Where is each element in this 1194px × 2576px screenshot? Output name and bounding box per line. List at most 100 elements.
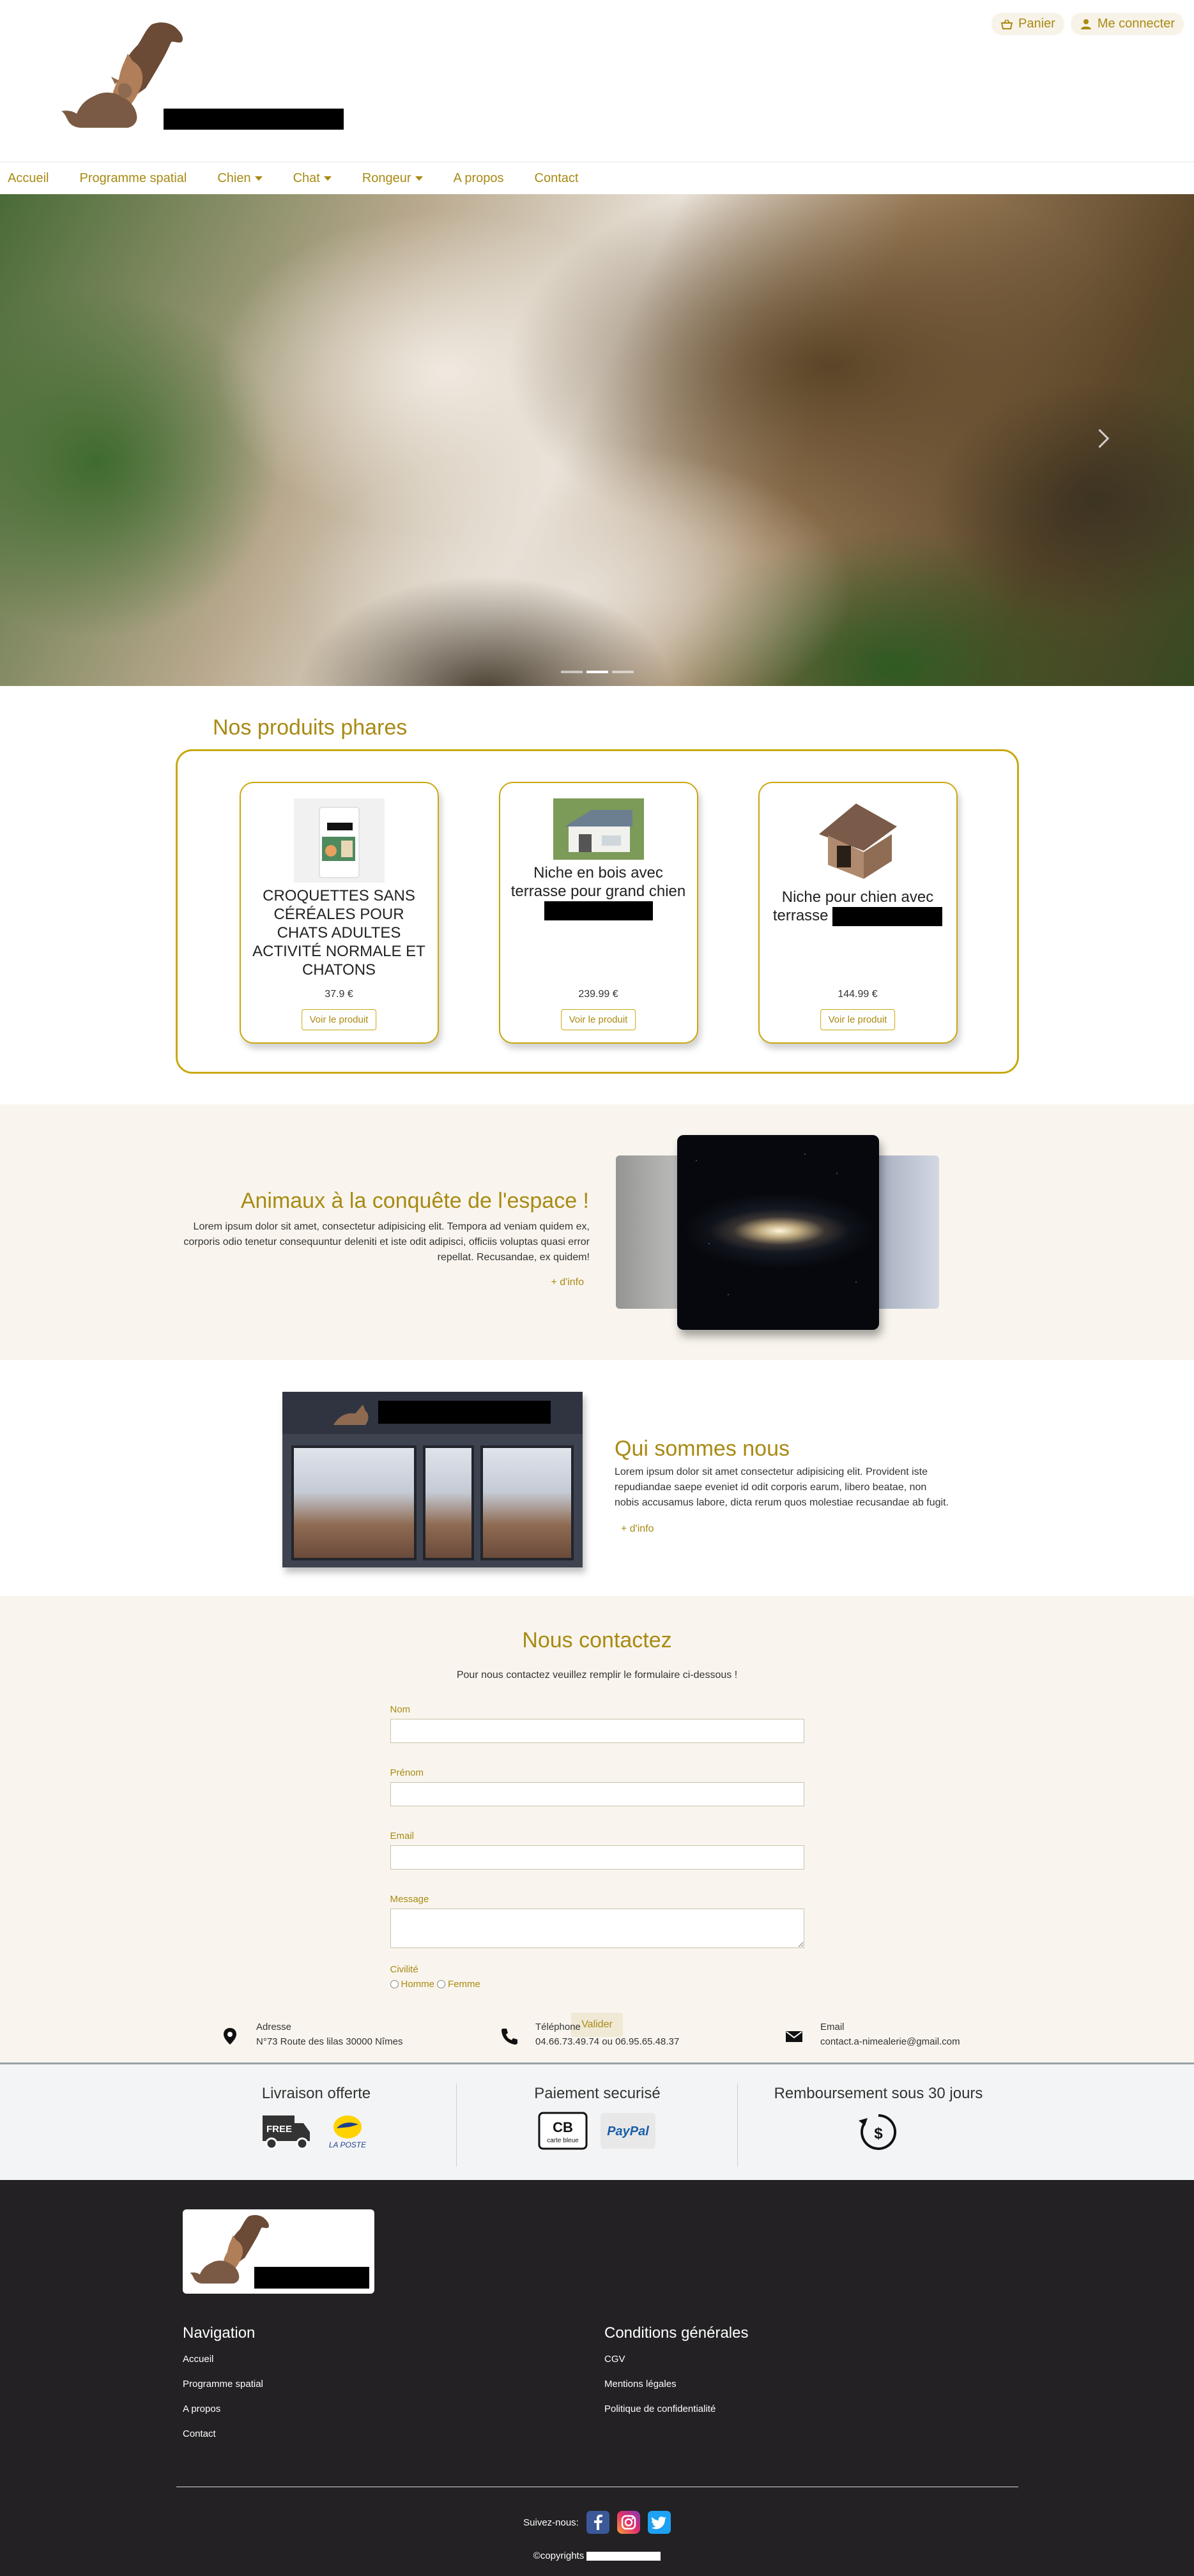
space-program-section: Animaux à la conquête de l'espace ! Lore… [0,1104,1194,1360]
svg-text:$: $ [874,2125,883,2142]
product-price: 37.9 € [325,989,353,1000]
address-value: N°73 Route des lilas 30000 Nîmes [256,2036,403,2047]
cat-food-bag-icon [293,798,385,883]
guarantees-bar: Livraison offerte FREE LA POSTE Paiement… [0,2062,1194,2180]
site-logo[interactable] [56,18,356,139]
nav-rongeur[interactable]: Rongeur [362,171,423,186]
map-pin-icon [224,2028,236,2045]
footer-brand-redacted [254,2267,369,2289]
footer-link-cgv[interactable]: CGV [604,2354,748,2365]
product-name: Niche en bois avec terrasse pour grand c… [500,864,697,920]
free-delivery-block: Livraison offerte FREE LA POSTE [204,2085,428,2151]
email-info: Email contact.a-nimealerie@gmail.com [785,2022,960,2047]
nav-programme-spatial[interactable]: Programme spatial [79,171,187,186]
view-product-button[interactable]: Voir le produit [301,1009,377,1030]
envelope-icon [786,2031,802,2042]
footer-conditions: Conditions générales CGV Mentions légale… [604,2324,748,2428]
space-more-link[interactable]: + d'info [551,1277,584,1288]
footer-link-programme-spatial[interactable]: Programme spatial [183,2379,263,2389]
login-label: Me connecter [1097,17,1175,31]
product-card: Niche en bois avec terrasse pour grand c… [498,782,698,1044]
footer-link-mentions-legales[interactable]: Mentions légales [604,2379,748,2389]
footer-link-confidentialite[interactable]: Politique de confidentialité [604,2404,748,2414]
site-header: Panier Me connecter [0,0,1194,162]
product-image-niche-terrasse [553,798,644,860]
carousel-dot[interactable] [611,671,634,673]
shop-sign-redacted [378,1401,551,1424]
copyright-text: ©copyrights [533,2550,585,2561]
product-name-text: Niche en bois avec terrasse pour grand c… [510,864,686,900]
view-product-button[interactable]: Voir le produit [560,1009,636,1030]
shop-door [423,1445,474,1560]
radio-femme-label: Femme [448,1979,480,1990]
basket-icon [1000,19,1013,29]
footer-navigation: Navigation Accueil Programme spatial A p… [183,2324,263,2453]
email-input[interactable] [390,1845,804,1870]
contact-section: Nous contactez Pour nous contactez veuil… [0,1596,1194,2062]
instagram-icon[interactable] [616,2511,640,2534]
view-product-button[interactable]: Voir le produit [820,1009,896,1030]
nav-chien-label: Chien [217,171,251,185]
social-follow: Suivez-nous: [0,2511,1194,2534]
product-card: CROQUETTES SANS CÉRÉALES POUR CHATS ADUL… [239,782,439,1044]
secure-payment-title: Paiement securisé [534,2085,661,2102]
about-title: Qui sommes nous [615,1437,790,1461]
product-price: 144.99 € [838,989,878,1000]
product-name: CROQUETTES SANS CÉRÉALES POUR CHATS ADUL… [252,887,425,979]
footer-link-a-propos[interactable]: A propos [183,2404,263,2414]
refund-block: Remboursement sous 30 jours $ [741,2085,1016,2153]
civilite-label: Civilité [390,1964,418,1975]
nav-chat[interactable]: Chat [293,171,332,186]
caret-down-icon [254,176,263,181]
nav-a-propos-label: A propos [453,171,504,185]
nav-contact[interactable]: Contact [535,171,579,186]
nav-chien[interactable]: Chien [217,171,263,186]
nav-accueil-label: Accueil [8,171,49,185]
product-name: Niche pour chien avec terrasse [760,888,956,926]
phone-icon [501,2029,517,2045]
nav-chat-label: Chat [293,171,320,185]
copyright-owner-redacted [586,2552,661,2561]
radio-homme-label: Homme [401,1979,435,1990]
money-back-icon: $ [859,2114,897,2150]
footer-link-accueil[interactable]: Accueil [183,2354,263,2365]
logo-brand-redacted [164,109,344,130]
free-delivery-title: Livraison offerte [261,2085,371,2102]
radio-homme[interactable] [390,1980,399,1988]
carousel-next-icon[interactable] [1093,424,1111,455]
la-poste-logo-icon: LA POSTE [329,2115,367,2149]
message-textarea[interactable] [390,1909,804,1948]
phone-info: Téléphone 04.66.73.49.74 ou 06.95.65.48.3… [500,2022,679,2047]
about-more-link[interactable]: + d'info [621,1523,654,1535]
product-card: Niche pour chien avec terrasse 144.99 € … [758,782,958,1044]
user-icon [1080,19,1091,29]
site-footer: Navigation Accueil Programme spatial A p… [0,2180,1194,2576]
footer-link-contact[interactable]: Contact [183,2428,263,2439]
twitter-icon[interactable] [647,2511,671,2534]
facebook-icon[interactable] [586,2511,609,2534]
nav-a-propos[interactable]: A propos [454,171,504,186]
contact-info-row: Adresse N°73 Route des lilas 30000 Nîmes … [0,2022,1194,2060]
address-info: Adresse N°73 Route des lilas 30000 Nîmes [220,2022,402,2047]
cb-sub-text: carte bleue [547,2137,579,2144]
cart-button[interactable]: Panier [991,13,1064,35]
radio-femme[interactable] [437,1980,446,1988]
prenom-input[interactable] [390,1782,804,1806]
login-button[interactable]: Me connecter [1070,13,1184,35]
nom-input[interactable] [390,1719,804,1743]
nav-rongeur-label: Rongeur [362,171,411,185]
product-name-redacted [832,906,943,926]
space-title: Animaux à la conquête de l'espace ! [240,1189,589,1213]
guarantee-divider [737,2084,738,2167]
contact-intro: Pour nous contactez veuillez remplir le … [456,1670,738,1680]
shop-sign [282,1392,583,1434]
phone-value: 04.66.73.49.74 ou 06.95.65.48.37 [535,2036,680,2047]
follow-label: Suivez-nous: [523,2517,579,2528]
footer-logo[interactable] [183,2209,374,2294]
carousel-dot[interactable] [560,671,583,673]
about-text: Lorem ipsum dolor sit amet consectetur a… [615,1467,949,1508]
la-poste-text: LA POSTE [329,2140,367,2149]
contact-form: Nom Prénom Email Message Civilité Homme … [390,1704,804,2037]
nav-accueil[interactable]: Accueil [8,171,49,186]
carousel-dot-active[interactable] [586,671,608,673]
